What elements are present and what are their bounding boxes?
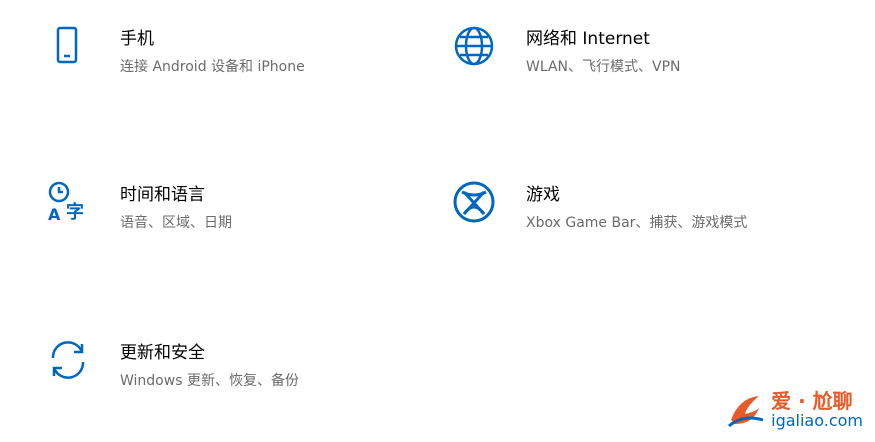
tile-title: 时间和语言 [120, 185, 205, 205]
settings-tile-update-security[interactable]: 更新和安全 Windows 更新、恢复、备份 [46, 338, 299, 392]
sync-icon [46, 338, 90, 382]
watermark: 爱 · 尬聊 igaliao.com [725, 390, 863, 430]
tile-description: 语音、区域、日期 [120, 215, 232, 231]
settings-tile-network[interactable]: 网络和 Internet WLAN、飞行模式、VPN [452, 24, 681, 78]
tile-title: 网络和 Internet [526, 29, 650, 49]
watermark-logo-icon [728, 396, 764, 428]
xbox-icon [452, 180, 496, 224]
watermark-title: 爱 · 尬聊 [771, 389, 853, 413]
tile-title: 游戏 [526, 185, 560, 205]
settings-tile-gaming[interactable]: 游戏 Xbox Game Bar、捕获、游戏模式 [452, 180, 747, 234]
tile-description: Windows 更新、恢复、备份 [120, 373, 299, 389]
svg-text:A: A [48, 205, 61, 224]
settings-tile-time-language[interactable]: A 字 时间和语言 语音、区域、日期 [46, 180, 232, 234]
time-language-icon: A 字 [46, 180, 90, 224]
settings-tile-phone[interactable]: 手机 连接 Android 设备和 iPhone [46, 24, 305, 78]
tile-description: 连接 Android 设备和 iPhone [120, 59, 305, 75]
svg-text:字: 字 [66, 201, 84, 223]
tile-description: WLAN、飞行模式、VPN [526, 59, 681, 75]
globe-icon [452, 24, 496, 68]
watermark-url: igaliao.com [771, 411, 863, 430]
tile-description: Xbox Game Bar、捕获、游戏模式 [526, 215, 748, 231]
tile-title: 手机 [120, 29, 154, 49]
tile-title: 更新和安全 [120, 343, 205, 363]
phone-icon [46, 24, 90, 68]
